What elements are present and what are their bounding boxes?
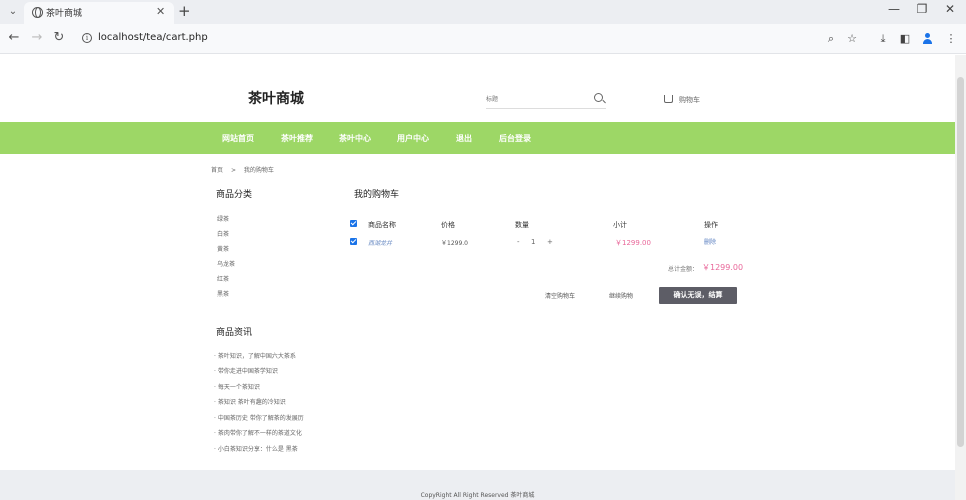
download-icon[interactable]: ⤓ [876, 32, 890, 46]
categories-title: 商品分类 [216, 190, 253, 200]
search-input[interactable] [486, 91, 586, 107]
footer: CopyRight All Right Reserved 茶叶商城 [0, 470, 955, 500]
scrollbar-thumb[interactable] [957, 77, 964, 447]
back-icon[interactable]: ← [6, 31, 22, 45]
header-action: 操作 [704, 221, 718, 229]
total-value: ￥1299.00 [702, 263, 744, 272]
header-subtotal: 小计 [613, 221, 627, 229]
category-item[interactable]: 红茶 [217, 274, 229, 283]
tab-search-chevron-icon[interactable]: ⌄ [6, 5, 20, 19]
news-item[interactable]: · 每天一个茶知识 [214, 382, 260, 391]
select-all-checkbox[interactable] [350, 220, 357, 227]
news-title: 商品资讯 [216, 328, 253, 338]
quantity-value[interactable]: 1 [531, 238, 535, 246]
bookmark-star-icon[interactable]: ☆ [845, 32, 859, 45]
quantity-minus-button[interactable]: - [517, 238, 520, 246]
profile-icon[interactable] [922, 33, 933, 44]
cart-title: 我的购物车 [354, 190, 400, 200]
delete-item-link[interactable]: 删除 [704, 237, 716, 246]
continue-shopping-button[interactable]: 继续购物 [609, 291, 633, 300]
checkout-button[interactable]: 确认无误，结算 [659, 287, 737, 304]
total-label: 总计金额： [668, 266, 699, 273]
search-box [486, 89, 606, 109]
search-icon[interactable] [594, 93, 603, 102]
breadcrumb-current: 我的购物车 [243, 167, 274, 174]
site-info-icon[interactable]: i [82, 33, 92, 43]
nav-item-admin-login[interactable]: 后台登录 [499, 133, 531, 144]
cart-icon [664, 95, 673, 103]
news-item[interactable]: · 茶知识 茶叶有趣的冷知识 [214, 397, 286, 406]
news-item[interactable]: · 带你走进中国茶学知识 [214, 366, 278, 375]
page-viewport: 茶叶商城 购物车 网站首页 茶叶推荐 茶叶中心 用户中心 退出 后台登录 首页 … [0, 55, 955, 500]
tab-title: 茶叶商城 [46, 9, 83, 19]
category-item[interactable]: 白茶 [217, 229, 229, 238]
header-name: 商品名称 [368, 221, 396, 229]
page-scrollbar[interactable] [955, 55, 966, 500]
item-subtotal: ￥1299.00 [615, 239, 651, 247]
category-item[interactable]: 绿茶 [217, 214, 229, 223]
address-bar[interactable]: localhost/tea/cart.php [98, 32, 208, 43]
item-price: ￥1299.0 [441, 240, 468, 247]
news-item[interactable]: · 茶肉带你了解不一样的茶道文化 [214, 428, 302, 437]
window-close-icon[interactable]: ✕ [940, 2, 960, 16]
footer-copyright: CopyRight All Right Reserved 茶叶商城 [420, 492, 535, 499]
category-item[interactable]: 乌龙茶 [217, 259, 235, 268]
browser-tab-strip: ⌄ 茶叶商城 ✕ + — ❐ ✕ [0, 0, 966, 24]
restore-icon[interactable]: ❐ [912, 2, 932, 16]
browser-toolbar: ← → ↻ i localhost/tea/cart.php ⌕ ☆ ⤓ ◧ ⋮ [0, 24, 966, 54]
item-checkbox[interactable] [350, 238, 357, 245]
breadcrumb-home[interactable]: 首页 [211, 167, 223, 174]
main-nav: 网站首页 茶叶推荐 茶叶中心 用户中心 退出 后台登录 [0, 122, 955, 154]
tab-close-icon[interactable]: ✕ [156, 5, 165, 18]
clear-cart-button[interactable]: 清空购物车 [545, 291, 575, 300]
news-item[interactable]: · 中国茶历史 带你了解茶的发展历 [214, 413, 304, 422]
category-item[interactable]: 黄茶 [217, 244, 229, 253]
forward-icon[interactable]: → [29, 31, 45, 45]
zoom-icon[interactable]: ⌕ [824, 32, 838, 46]
browser-tab[interactable]: 茶叶商城 ✕ [24, 2, 174, 24]
nav-item-tea-center[interactable]: 茶叶中心 [339, 133, 371, 144]
nav-item-home[interactable]: 网站首页 [222, 133, 254, 144]
new-tab-icon[interactable]: + [178, 2, 191, 20]
site-logo[interactable]: 茶叶商城 [248, 88, 304, 108]
nav-item-logout[interactable]: 退出 [456, 133, 472, 144]
cart-label: 购物车 [679, 96, 700, 104]
header-price: 价格 [441, 221, 455, 229]
minimize-icon[interactable]: — [884, 2, 904, 16]
globe-icon [32, 7, 43, 18]
category-item[interactable]: 黑茶 [217, 289, 229, 298]
reload-icon[interactable]: ↻ [51, 31, 67, 45]
side-panel-icon[interactable]: ◧ [898, 32, 912, 45]
news-item[interactable]: · 茶叶知识，了解中国六大茶系 [214, 351, 296, 360]
nav-item-user-center[interactable]: 用户中心 [397, 133, 429, 144]
header-cart-link[interactable]: 购物车 [664, 95, 700, 105]
product-name-link[interactable]: 西湖龙井 [368, 238, 392, 247]
menu-kebab-icon[interactable]: ⋮ [944, 32, 958, 45]
breadcrumb-separator: > [230, 167, 236, 174]
breadcrumb: 首页 > 我的购物车 [211, 165, 280, 174]
header-quantity: 数量 [515, 221, 529, 229]
nav-item-recommend[interactable]: 茶叶推荐 [281, 133, 313, 144]
quantity-plus-button[interactable]: + [547, 238, 553, 246]
news-item[interactable]: · 小白茶知识分享：什么是 黑茶 [214, 444, 298, 453]
